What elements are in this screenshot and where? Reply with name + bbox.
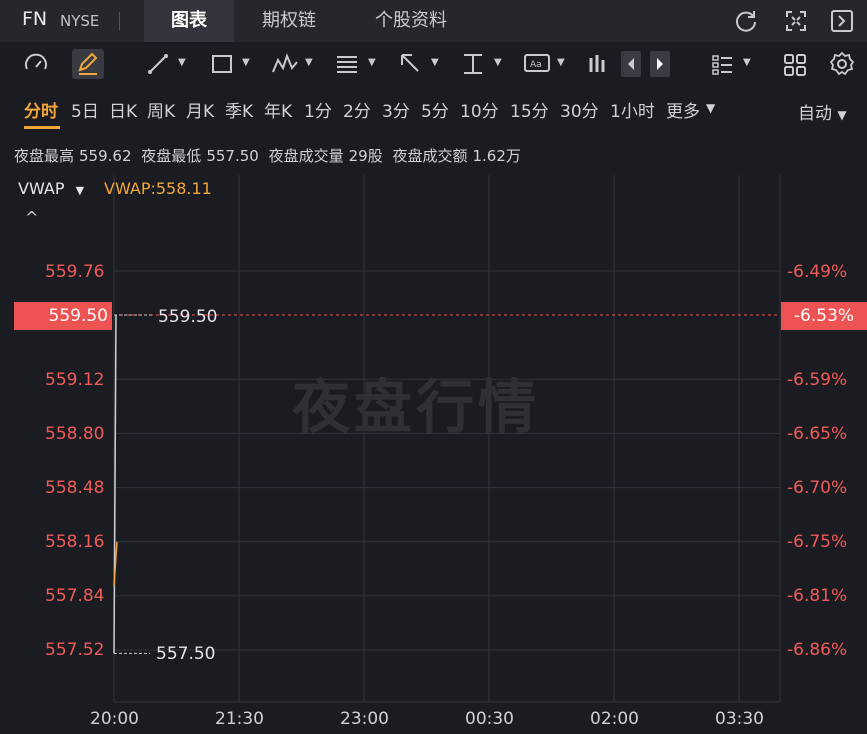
y-tick: 558.16 — [45, 532, 105, 552]
y-tick: 559.12 — [45, 370, 105, 390]
y-tick: 558.80 — [45, 424, 105, 444]
x-tick: 20:00 — [90, 709, 139, 729]
watermark: 夜盘行情 — [292, 373, 541, 441]
pct-tick: -6.49% — [787, 262, 848, 282]
x-tick: 03:30 — [715, 709, 764, 729]
indicator-name: VWAP — [18, 179, 65, 198]
indicator-selector[interactable]: VWAP ▼ — [18, 179, 84, 198]
x-tick: 00:30 — [465, 709, 514, 729]
pct-tick: -6.70% — [787, 478, 848, 498]
y-tick: 558.48 — [45, 478, 105, 498]
y-tick: 557.52 — [45, 640, 105, 660]
y-tick: 557.84 — [45, 586, 105, 606]
pct-tick: -6.65% — [787, 424, 848, 444]
current-pct-badge: -6.53% — [781, 302, 867, 330]
high-price-label: 559.50 — [158, 307, 218, 327]
chevron-up-icon[interactable]: ^ — [25, 208, 38, 227]
chevron-down-icon: ▼ — [75, 184, 85, 197]
vwap-value: VWAP:558.11 — [104, 179, 212, 198]
pct-tick: -6.86% — [787, 640, 848, 660]
pct-tick: -6.81% — [787, 586, 848, 606]
pct-tick: -6.75% — [787, 532, 848, 552]
x-tick: 21:30 — [215, 709, 264, 729]
x-tick: 23:00 — [340, 709, 389, 729]
x-tick: 02:00 — [590, 709, 639, 729]
pct-tick: -6.59% — [787, 370, 848, 390]
low-price-label: 557.50 — [156, 644, 216, 664]
current-price-badge: 559.50 — [14, 302, 112, 330]
y-tick: 559.76 — [45, 262, 105, 282]
